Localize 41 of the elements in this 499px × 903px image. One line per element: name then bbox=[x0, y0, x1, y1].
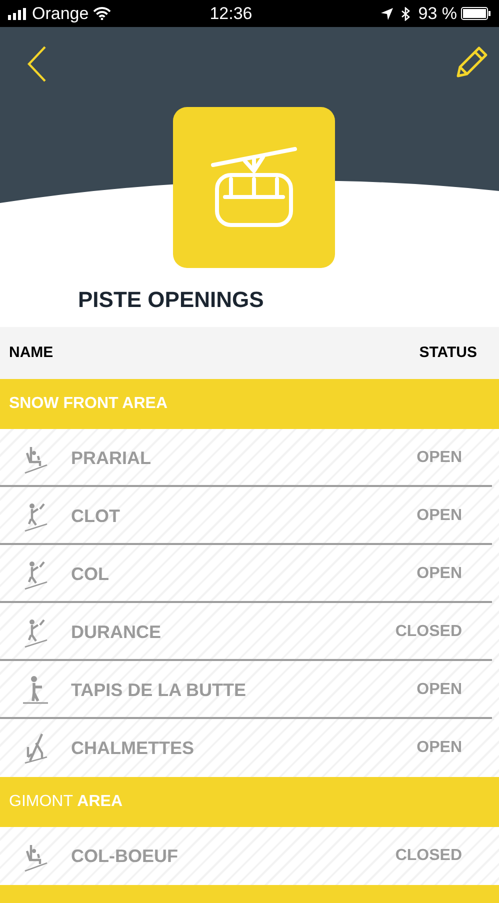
lift-name: PRARIAL bbox=[71, 446, 152, 470]
lift-icon bbox=[22, 616, 49, 648]
lift-icon bbox=[22, 674, 49, 706]
lift-row[interactable]: CLOT OPEN bbox=[0, 487, 499, 545]
lift-status: CLOSED bbox=[395, 622, 462, 642]
gondola-icon bbox=[209, 146, 299, 228]
lift-name: CLOT bbox=[71, 504, 121, 528]
lift-row[interactable]: DURANCE CLOSED bbox=[0, 603, 499, 661]
lift-row[interactable]: TAPIS DE LA BUTTE OPEN bbox=[0, 661, 499, 719]
lift-status: CLOSED bbox=[395, 846, 462, 866]
lift-icon bbox=[22, 558, 49, 590]
lift-status: OPEN bbox=[416, 680, 462, 700]
name-column-header: NAME bbox=[9, 342, 54, 363]
lift-icon bbox=[22, 500, 49, 532]
lift-icon bbox=[22, 732, 49, 764]
lift-name: CHALMETTES bbox=[71, 736, 195, 760]
lift-status: OPEN bbox=[416, 738, 462, 758]
lift-row[interactable]: COL OPEN bbox=[0, 545, 499, 603]
lift-status: OPEN bbox=[416, 506, 462, 526]
lift-status: OPEN bbox=[416, 564, 462, 584]
lift-row[interactable]: PRARIAL OPEN bbox=[0, 429, 499, 487]
lift-name: COL bbox=[71, 562, 110, 586]
signal-icon bbox=[8, 8, 28, 20]
lift-name: DURANCE bbox=[71, 620, 162, 644]
bluetooth-icon bbox=[401, 6, 410, 20]
clock-time: 12:36 bbox=[208, 2, 254, 25]
lift-name: TAPIS DE LA BUTTE bbox=[71, 678, 247, 702]
page-title: PISTE OPENINGS bbox=[78, 286, 264, 314]
wifi-icon bbox=[92, 7, 111, 20]
battery-percent: 93 % bbox=[418, 2, 457, 25]
status-column-header: STATUS bbox=[419, 342, 477, 363]
section-title: SNOW FRONT AREA bbox=[9, 394, 168, 414]
lift-name: COL-BOEUF bbox=[71, 844, 179, 868]
lift-row[interactable]: COL-BOEUF CLOSED bbox=[0, 827, 499, 885]
battery-icon bbox=[461, 7, 491, 20]
lift-status: OPEN bbox=[416, 448, 462, 468]
lift-row[interactable]: CHALMETTES OPEN bbox=[0, 719, 499, 777]
location-icon bbox=[381, 8, 394, 20]
back-icon[interactable] bbox=[27, 46, 47, 82]
carrier-name: Orange bbox=[32, 2, 89, 25]
section-title: GIMONT AREA bbox=[9, 792, 122, 812]
